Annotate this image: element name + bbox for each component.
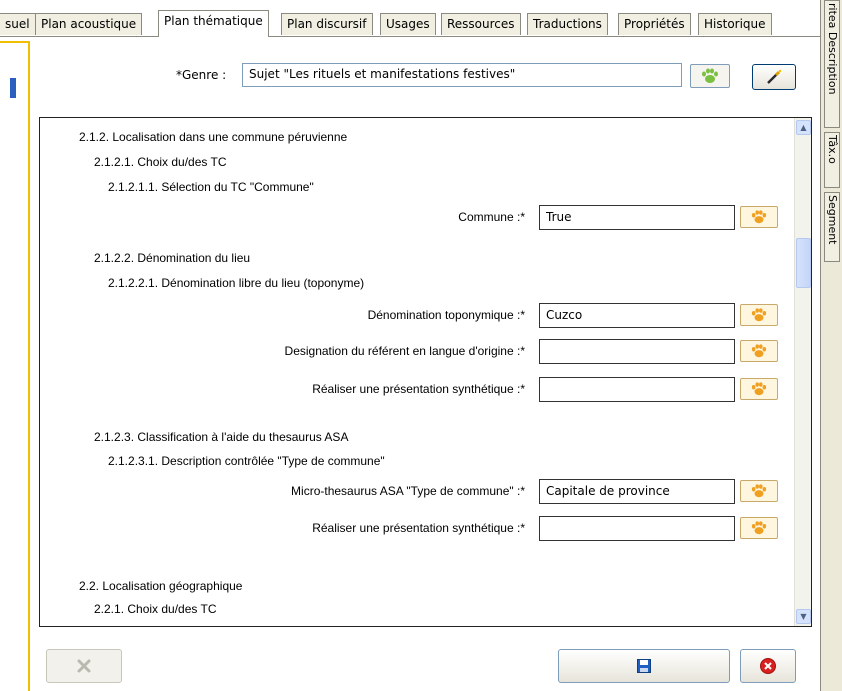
scroll-down-button[interactable]: ▼ [796, 609, 811, 624]
cancel-icon [760, 658, 776, 674]
section-heading: 2.1.2.2.1. Dénomination libre du lieu (t… [108, 276, 365, 290]
selection-marker [10, 78, 16, 98]
synthesis-field[interactable] [539, 516, 735, 541]
form-panel: 2.1.2. Localisation dans une commune pér… [39, 117, 812, 627]
magic-wand-icon [767, 69, 782, 84]
scroll-thumb[interactable] [796, 238, 811, 288]
side-tab-taxo[interactable]: Tâx.o [824, 132, 840, 188]
micro-thesaurus-label: Micro-thesaurus ASA "Type de commune" :* [291, 484, 525, 498]
tab-traductions[interactable]: Traductions [527, 13, 608, 35]
cancel-button[interactable] [740, 649, 796, 683]
commune-field[interactable]: True [539, 205, 735, 230]
designation-label: Designation du référent en langue d'orig… [284, 344, 525, 358]
section-heading: 2.2. Localisation géographique [79, 579, 243, 593]
designation-thesaurus-button[interactable] [740, 340, 778, 362]
paw-icon [751, 344, 767, 358]
tab-visuel[interactable]: suel [0, 13, 36, 35]
tab-usages[interactable]: Usages [380, 13, 436, 35]
paw-icon [751, 210, 767, 224]
genre-thesaurus-button[interactable] [690, 64, 730, 88]
floppy-disk-icon [637, 659, 651, 673]
genre-label: *Genre : [176, 68, 227, 82]
tab-divider [0, 36, 822, 37]
section-heading: 2.1.2. Localisation dans une commune pér… [79, 130, 348, 144]
denomination-field[interactable]: Cuzco [539, 303, 735, 328]
section-heading: 2.1.2.1.1. Sélection du TC "Commune" [108, 180, 314, 194]
synthesis-label: Réaliser une présentation synthétique :* [312, 382, 525, 396]
paw-icon [702, 68, 718, 83]
micro-thesaurus-field[interactable]: Capitale de province [539, 479, 735, 504]
tab-plan-thematique[interactable]: Plan thématique [158, 10, 269, 37]
tab-ressources[interactable]: Ressources [441, 13, 521, 35]
denomination-thesaurus-button[interactable] [740, 304, 778, 326]
synthesis-thesaurus-button[interactable] [740, 378, 778, 400]
section-heading: 2.1.2.1. Choix du/des TC [94, 155, 227, 169]
denomination-label: Dénomination toponymique :* [367, 308, 525, 322]
scroll-up-button[interactable]: ▲ [796, 120, 811, 135]
side-tab-description[interactable]: ritea Description [824, 0, 840, 128]
tab-bar: suel Plan acoustique Plan thématique Pla… [0, 10, 820, 37]
synthesis-thesaurus-button[interactable] [740, 517, 778, 539]
delete-button[interactable] [46, 649, 122, 683]
delete-icon [77, 659, 91, 673]
tab-plan-discursif[interactable]: Plan discursif [281, 13, 373, 35]
paw-icon [751, 484, 767, 498]
save-button[interactable] [558, 649, 730, 683]
left-frame [0, 41, 30, 691]
genre-field[interactable]: Sujet "Les rituels et manifestations fes… [242, 63, 682, 87]
synthesis-label: Réaliser une présentation synthétique :* [312, 521, 525, 535]
side-tab-segment[interactable]: Segment [824, 192, 840, 262]
magic-wand-button[interactable] [752, 64, 796, 90]
commune-thesaurus-button[interactable] [740, 206, 778, 228]
section-heading: 2.1.2.3. Classification à l'aide du thes… [94, 430, 349, 444]
commune-label: Commune :* [458, 210, 525, 224]
paw-icon [751, 382, 767, 396]
designation-field[interactable] [539, 339, 735, 364]
synthesis-field[interactable] [539, 377, 735, 402]
section-heading: 2.2.1. Choix du/des TC [94, 602, 217, 616]
section-heading: 2.1.2.2. Dénomination du lieu [94, 251, 251, 265]
section-heading: 2.1.2.3.1. Description contrôlée "Type d… [108, 454, 385, 468]
micro-thesaurus-button[interactable] [740, 480, 778, 502]
tab-proprietes[interactable]: Propriétés [618, 13, 691, 35]
vertical-scrollbar[interactable]: ▲ ▼ [794, 118, 811, 626]
tab-plan-acoustique[interactable]: Plan acoustique [35, 13, 143, 35]
paw-icon [751, 308, 767, 322]
paw-icon [751, 521, 767, 535]
tab-historique[interactable]: Historique [698, 13, 772, 35]
